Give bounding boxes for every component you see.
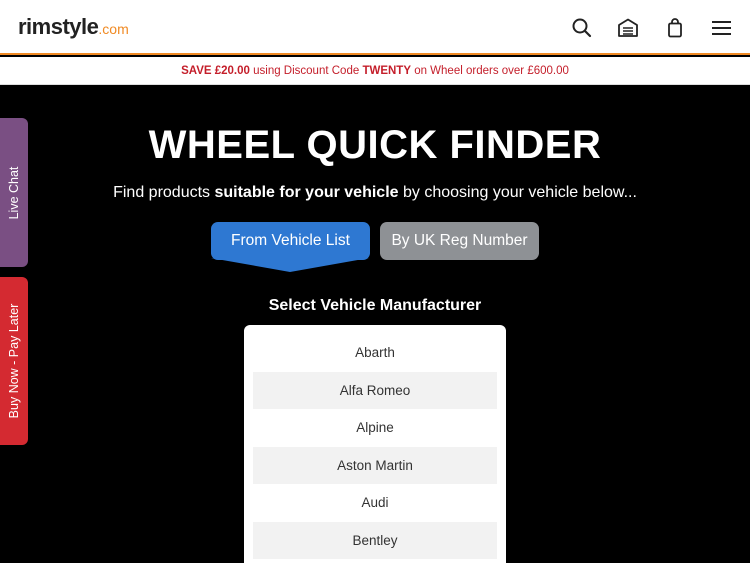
list-item[interactable]: Alfa Romeo: [253, 371, 497, 409]
list-item[interactable]: Abarth: [253, 334, 497, 372]
promo-code: TWENTY: [362, 65, 411, 77]
manufacturer-list[interactable]: Abarth Alfa Romeo Alpine Aston Martin Au…: [244, 325, 506, 563]
page-title: WHEEL QUICK FINDER: [148, 123, 602, 167]
tab-vehicle-list[interactable]: From Vehicle List: [211, 222, 370, 272]
live-chat-label: Live Chat: [7, 166, 21, 219]
search-icon[interactable]: [570, 16, 594, 40]
promo-save: SAVE £20.00: [181, 65, 250, 77]
list-item[interactable]: Audi: [253, 484, 497, 522]
pay-later-label: Buy Now - Pay Later: [7, 303, 21, 419]
manufacturer-label: Select Vehicle Manufacturer: [268, 297, 482, 314]
subtitle-start: Find products: [113, 184, 215, 201]
list-item[interactable]: Alpine: [253, 409, 497, 447]
promo-middle: using Discount Code: [249, 65, 363, 77]
page-subtitle: Find products suitable for your vehicle …: [0, 184, 750, 202]
menu-icon[interactable]: [710, 16, 734, 40]
subtitle-bold: suitable for your vehicle: [214, 184, 399, 201]
subtitle-end: by choosing your vehicle below...: [398, 184, 637, 201]
site-logo[interactable]: rimstyle.com: [18, 14, 129, 40]
site-header: rimstyle.com: [0, 0, 750, 55]
bag-icon[interactable]: [663, 16, 687, 40]
garage-icon[interactable]: [616, 16, 640, 40]
tab-reg-number[interactable]: By UK Reg Number: [380, 222, 539, 260]
live-chat-tab[interactable]: Live Chat: [0, 118, 28, 267]
pay-later-tab[interactable]: Buy Now - Pay Later: [0, 277, 28, 445]
promo-end: on Wheel orders over £600.00: [411, 65, 569, 77]
wheel-finder-section: WHEEL QUICK FINDER Find products suitabl…: [0, 85, 750, 563]
logo-domain: .com: [98, 21, 129, 37]
list-item[interactable]: Bentley: [253, 521, 497, 559]
promo-banner: SAVE £20.00 using Discount Code TWENTY o…: [0, 57, 750, 85]
logo-text: rimstyle: [18, 14, 99, 39]
list-item[interactable]: Aston Martin: [253, 446, 497, 484]
